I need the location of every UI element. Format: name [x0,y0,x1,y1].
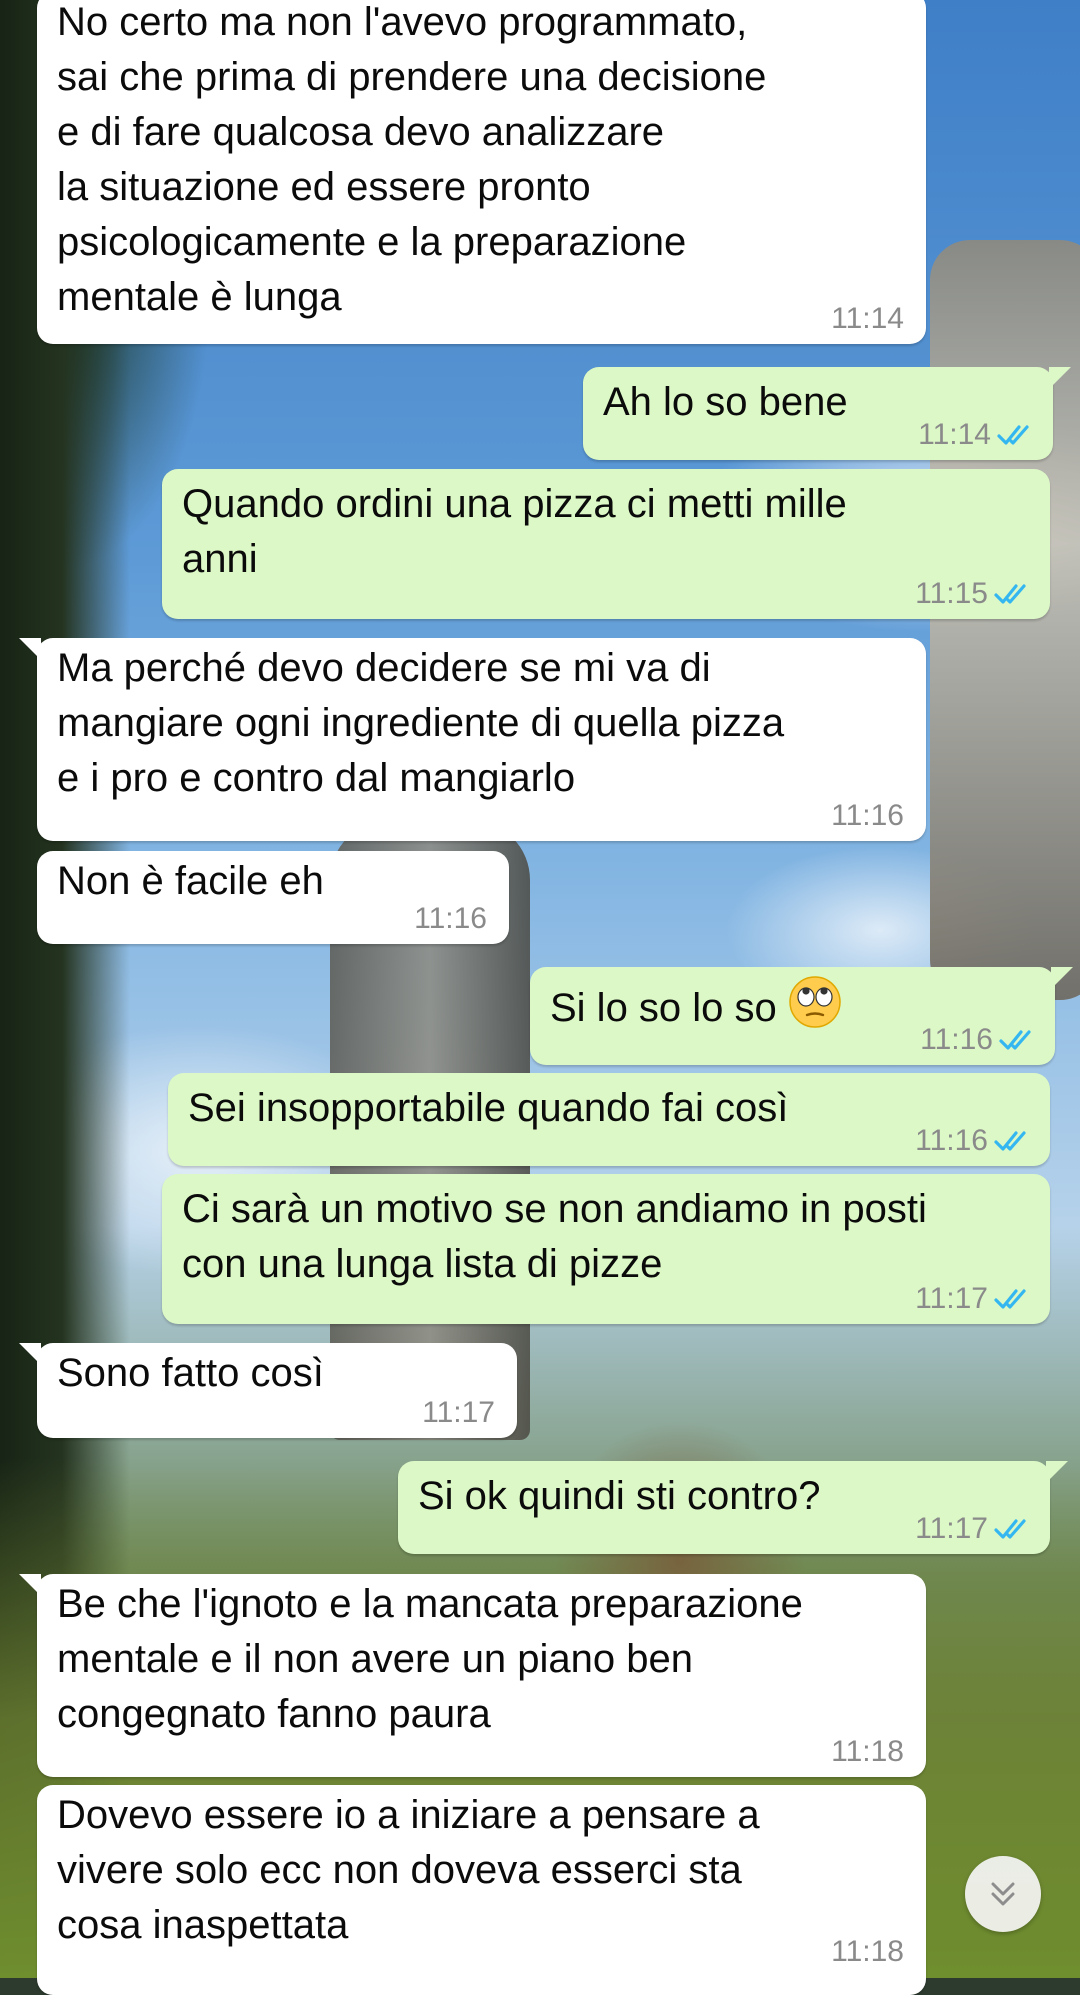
bubble-tail [1046,1461,1068,1483]
message-bubble-incoming[interactable]: No certo ma non l'avevo programmato, sai… [37,0,926,344]
message-bubble-outgoing[interactable]: Ci sarà un motivo se non andiamo in post… [162,1174,1050,1324]
message-time: 11:16 [414,902,487,935]
bubble-tail [1049,367,1071,389]
read-receipt-icon [994,1519,1026,1539]
message-text: Quando ordini una pizza ci metti mille a… [182,482,847,581]
read-receipt-icon [999,1030,1031,1050]
message-time: 11:17 [422,1396,495,1429]
message-time: 11:16 [831,799,904,832]
read-receipt-icon [994,584,1026,604]
message-text: Dovevo essere io a iniziare a pensare a … [57,1793,760,1947]
message-time: 11:17 [915,1282,988,1315]
message-time: 11:16 [920,1023,993,1056]
message-bubble-incoming[interactable]: Dovevo essere io a iniziare a pensare a … [37,1785,926,1995]
message-bubble-incoming[interactable]: Be che l'ignoto e la mancata preparazion… [19,1574,926,1777]
message-bubble-incoming[interactable]: Non è facile eh 11:16 [37,851,509,944]
message-bubble-outgoing[interactable]: Ah lo so bene 11:14 [583,367,1071,460]
read-receipt-icon [994,1289,1026,1309]
message-bubble-outgoing[interactable]: Si ok quindi sti contro? 11:17 [398,1461,1068,1554]
message-text: Ma perché devo decidere se mi va di mang… [57,646,785,800]
read-receipt-icon [997,425,1029,445]
message-time: 11:15 [915,577,988,610]
message-text: No certo ma non l'avevo programmato, sai… [57,0,767,319]
read-receipt-icon [994,1131,1026,1151]
message-time: 11:18 [831,1935,904,1968]
message-text: Non è facile eh [57,859,324,903]
bubble-tail [1051,967,1073,989]
message-bubble-incoming[interactable]: Sono fatto così 11:17 [19,1343,517,1438]
message-time: 11:14 [831,302,904,335]
message-list[interactable]: No certo ma non l'avevo programmato, sai… [0,0,1080,1995]
message-text: Si lo so lo so [550,986,777,1030]
message-time: 11:18 [831,1735,904,1768]
bubble-tail [19,1574,41,1596]
message-bubble-outgoing[interactable]: Quando ordini una pizza ci metti mille a… [162,469,1050,619]
message-time: 11:16 [915,1124,988,1157]
message-text: Sono fatto così [57,1351,324,1395]
message-text: Ci sarà un motivo se non andiamo in post… [182,1187,927,1286]
message-bubble-outgoing[interactable]: Sei insopportabile quando fai così 11:16 [168,1073,1050,1166]
message-time: 11:17 [915,1512,988,1545]
bubble-tail [19,1343,41,1365]
face-with-rolling-eyes-icon [789,976,841,1028]
message-bubble-incoming[interactable]: Ma perché devo decidere se mi va di mang… [19,638,926,841]
scroll-to-bottom-button[interactable] [965,1856,1041,1932]
message-bubble-outgoing[interactable]: Si lo so lo so 11:16 [530,967,1073,1065]
message-time: 11:14 [918,418,991,451]
message-text: Be che l'ignoto e la mancata preparazion… [57,1582,803,1736]
bubble-tail [19,638,41,660]
double-chevron-down-icon [991,1882,1015,1906]
message-text: Sei insopportabile quando fai così [188,1086,789,1130]
